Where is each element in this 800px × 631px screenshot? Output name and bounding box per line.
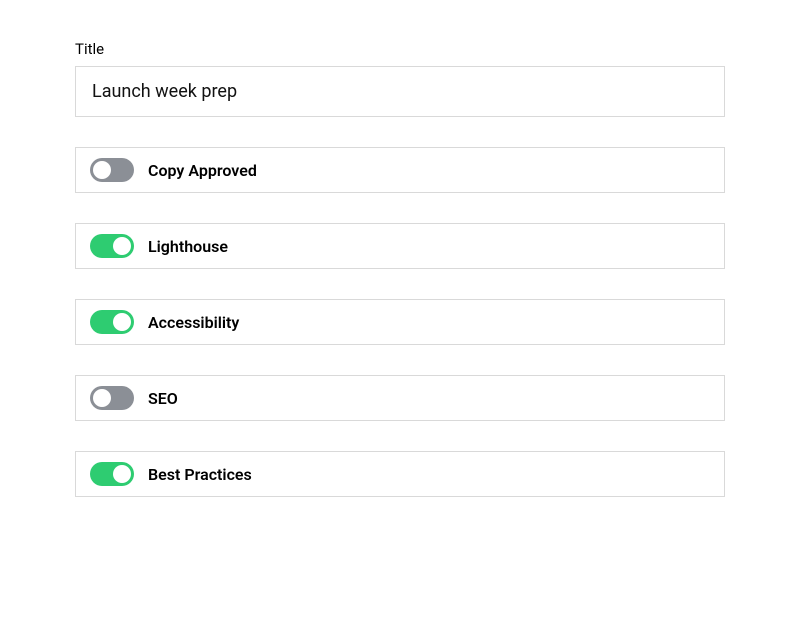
toggle-label: SEO [148,389,178,408]
toggle-row-lighthouse: Lighthouse [75,223,725,269]
toggle-knob-icon [113,313,131,331]
toggle-label: Lighthouse [148,237,228,256]
toggle-label: Best Practices [148,465,252,484]
toggle-copy-approved[interactable] [90,158,134,182]
toggle-seo[interactable] [90,386,134,410]
title-label: Title [75,40,725,58]
toggle-knob-icon [93,389,111,407]
toggle-knob-icon [113,465,131,483]
toggle-accessibility[interactable] [90,310,134,334]
toggle-label: Accessibility [148,313,239,332]
toggle-best-practices[interactable] [90,462,134,486]
toggle-knob-icon [113,237,131,255]
toggle-row-copy-approved: Copy Approved [75,147,725,193]
toggle-label: Copy Approved [148,161,257,180]
title-input[interactable] [75,66,725,117]
toggle-row-accessibility: Accessibility [75,299,725,345]
toggle-row-best-practices: Best Practices [75,451,725,497]
toggle-row-seo: SEO [75,375,725,421]
toggle-knob-icon [93,161,111,179]
title-field-group: Title [75,40,725,117]
toggle-list: Copy Approved Lighthouse Accessibility S… [75,147,725,497]
toggle-lighthouse[interactable] [90,234,134,258]
